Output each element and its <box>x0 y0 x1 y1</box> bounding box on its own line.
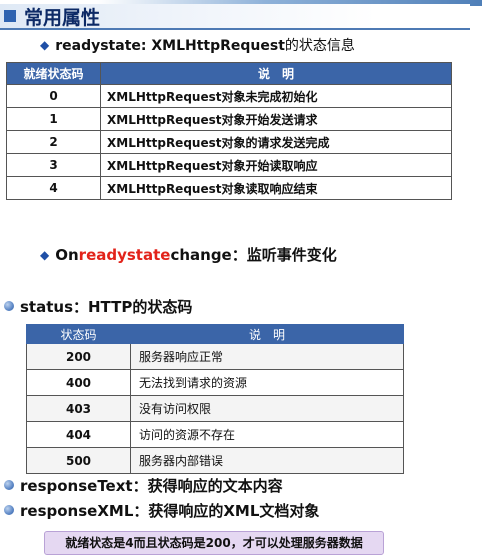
ready-desc: XMLHttpRequest对象未完成初始化 <box>100 84 452 108</box>
diamond-bullet-icon: ◆ <box>40 248 50 262</box>
readystate-table: 就绪状态码 说 明 0 XMLHttpRequest对象未完成初始化 1 XML… <box>6 62 452 200</box>
status-desc: 没有访问权限 <box>130 395 404 422</box>
ready-desc: XMLHttpRequest对象读取响应结束 <box>100 176 452 200</box>
status-heading: status：HTTP的状态码 <box>4 296 192 317</box>
status-desc: 服务器响应正常 <box>130 343 404 370</box>
table-row: 4 XMLHttpRequest对象读取响应结束 <box>6 176 452 200</box>
ready-desc: XMLHttpRequest对象开始发送请求 <box>100 107 452 131</box>
table-row: 2 XMLHttpRequest对象的请求发送完成 <box>6 130 452 154</box>
note-box: 就绪状态是4而且状态码是200，才可以处理服务器数据 <box>44 531 384 555</box>
ready-code: 1 <box>6 107 101 131</box>
column-header-desc: 说 明 <box>130 324 404 344</box>
response-text-label: responseText：获得响应的文本内容 <box>20 477 283 495</box>
readystate-highlight: readystate <box>78 246 171 264</box>
change-suffix: change：监听事件变化 <box>170 246 337 264</box>
table-header-row: 就绪状态码 说 明 <box>6 62 452 85</box>
ready-desc: XMLHttpRequest对象的请求发送完成 <box>100 130 452 154</box>
table-row: 403 没有访问权限 <box>26 395 404 422</box>
ready-code: 0 <box>6 84 101 108</box>
round-bullet-icon <box>4 505 14 515</box>
page-title: 常用属性 <box>24 7 101 29</box>
ready-code: 2 <box>6 130 101 154</box>
table-row: 3 XMLHttpRequest对象开始读取响应 <box>6 153 452 177</box>
round-bullet-icon <box>4 301 14 311</box>
ready-code: 4 <box>6 176 101 200</box>
column-header-code: 状态码 <box>26 324 131 344</box>
table-row: 500 服务器内部错误 <box>26 447 404 474</box>
status-desc: 访问的资源不存在 <box>130 421 404 448</box>
status-code: 403 <box>26 395 131 422</box>
status-code: 200 <box>26 343 131 370</box>
status-desc: 无法找到请求的资源 <box>130 369 404 396</box>
table-row: 404 访问的资源不存在 <box>26 421 404 448</box>
response-text-line: responseText：获得响应的文本内容 <box>4 475 283 496</box>
response-xml-label: responseXML：获得响应的XML文档对象 <box>20 502 320 520</box>
readystate-suffix: 的状态信息 <box>284 38 355 54</box>
ready-desc: XMLHttpRequest对象开始读取响应 <box>100 153 452 177</box>
status-code: 400 <box>26 369 131 396</box>
status-heading-text: status：HTTP的状态码 <box>20 298 193 316</box>
column-header-code: 就绪状态码 <box>6 62 101 85</box>
readystate-label: readystate: XMLHttpRequest <box>55 38 285 54</box>
onreadystatechange-line: ◆ Onreadystatechange：监听事件变化 <box>40 244 337 265</box>
table-header-row: 状态码 说 明 <box>26 324 404 344</box>
on-prefix: On <box>55 246 79 264</box>
status-desc: 服务器内部错误 <box>130 447 404 474</box>
title-square-icon <box>4 10 16 22</box>
table-row: 200 服务器响应正常 <box>26 343 404 370</box>
status-code: 500 <box>26 447 131 474</box>
round-bullet-icon <box>4 480 14 490</box>
diamond-bullet-icon: ◆ <box>40 38 50 52</box>
readystate-heading: ◆ readystate: XMLHttpRequest的状态信息 <box>40 35 355 55</box>
response-xml-line: responseXML：获得响应的XML文档对象 <box>4 500 319 521</box>
status-table: 状态码 说 明 200 服务器响应正常 400 无法找到请求的资源 403 没有… <box>26 324 404 474</box>
table-row: 1 XMLHttpRequest对象开始发送请求 <box>6 107 452 131</box>
ready-code: 3 <box>6 153 101 177</box>
table-row: 0 XMLHttpRequest对象未完成初始化 <box>6 84 452 108</box>
status-code: 404 <box>26 421 131 448</box>
table-row: 400 无法找到请求的资源 <box>26 369 404 396</box>
column-header-desc: 说 明 <box>100 62 452 85</box>
